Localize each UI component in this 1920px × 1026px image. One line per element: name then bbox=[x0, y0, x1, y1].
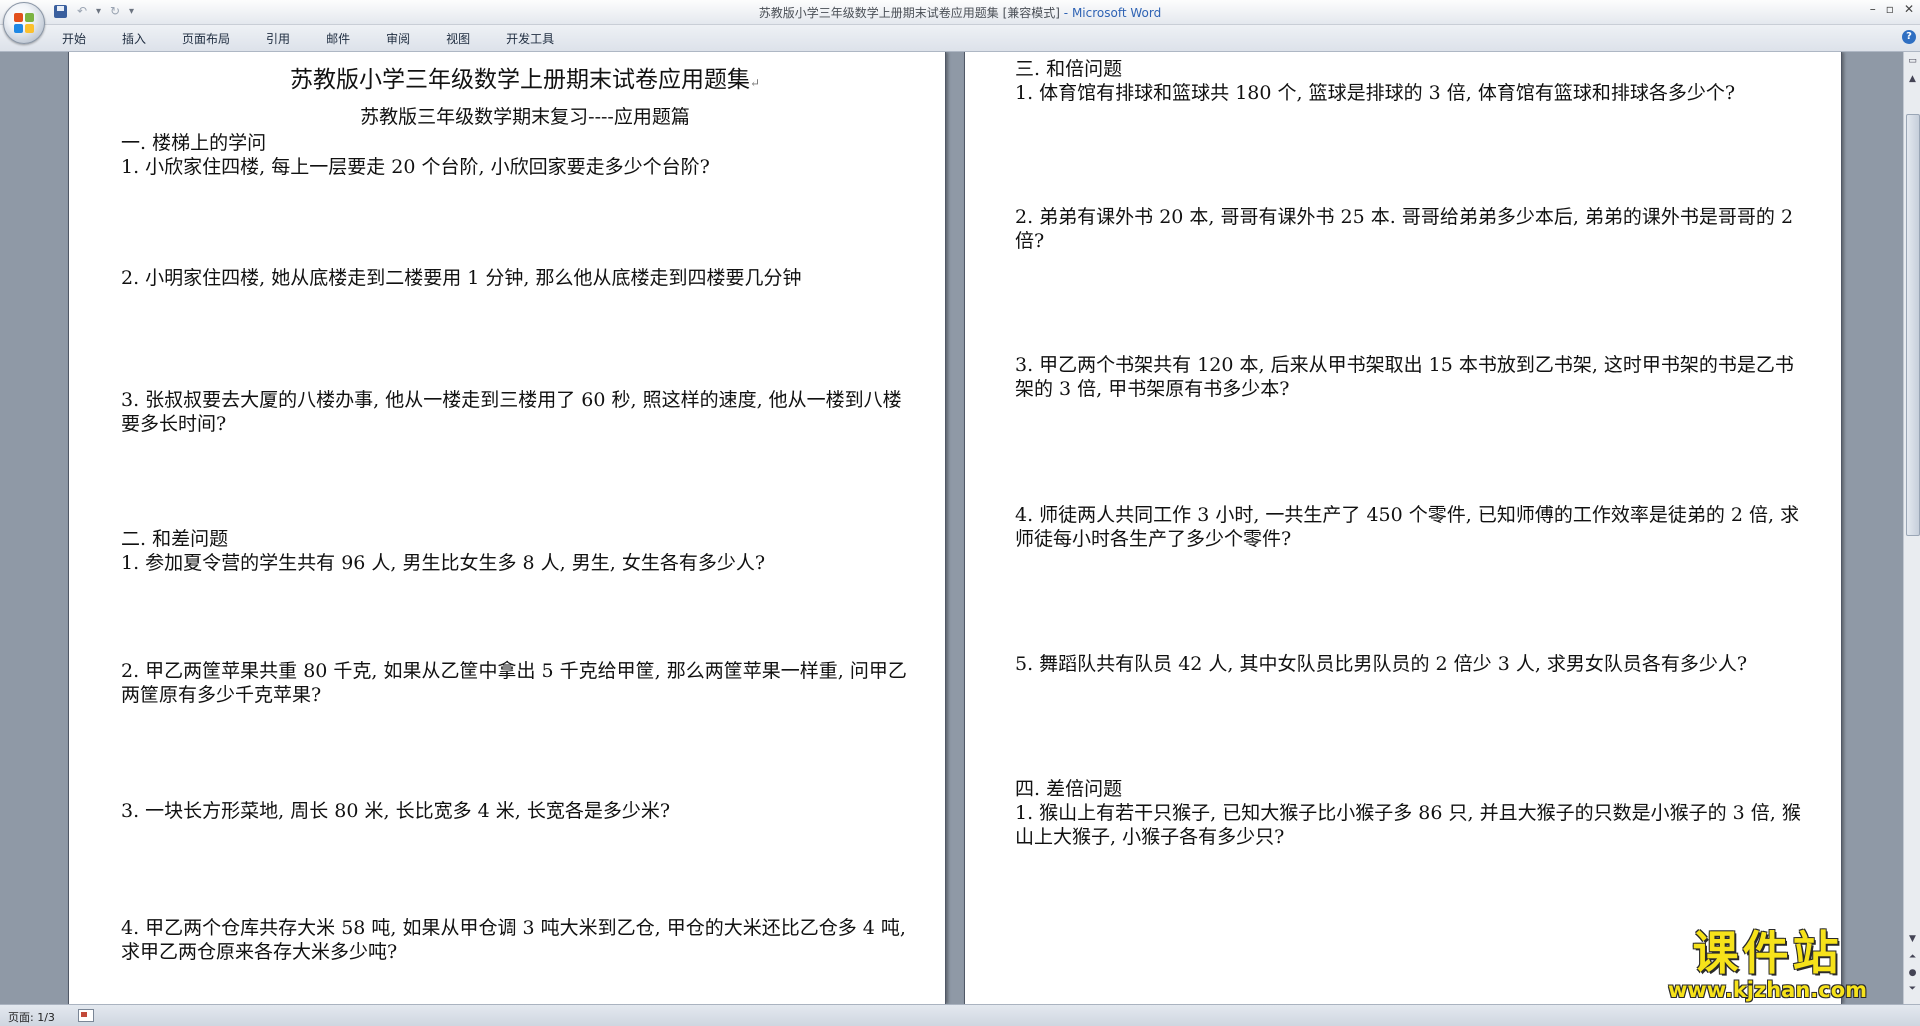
question: 2. 甲乙两筐苹果共重 80 千克, 如果从乙筐中拿出 5 千克给甲筐, 那么两… bbox=[121, 660, 907, 706]
ruler-toggle-icon[interactable]: ▭ bbox=[1905, 54, 1920, 69]
document-area: 苏教版小学三年级数学上册期末试卷应用题集↵ 苏教版三年级数学期末复习----应用… bbox=[0, 52, 1903, 1004]
title-bar: ↶ ▾ ↻ ▾ 苏教版小学三年级数学上册期末试卷应用题集 [兼容模式] - Mi… bbox=[0, 0, 1920, 25]
question: 1. 小欣家住四楼, 每上一层要走 20 个台阶, 小欣回家要走多少个台阶? bbox=[121, 156, 710, 178]
tab-home[interactable]: 开始 bbox=[60, 29, 88, 48]
scroll-down-icon[interactable]: ▼ bbox=[1905, 932, 1920, 947]
tab-insert[interactable]: 插入 bbox=[120, 29, 148, 48]
previous-page-icon[interactable]: ⏶ bbox=[1905, 950, 1920, 965]
app-name: - Microsoft Word bbox=[1063, 6, 1162, 20]
document-subtitle: 苏教版三年级数学期末复习----应用题篇 bbox=[360, 106, 690, 128]
question: 4. 师徒两人共同工作 3 小时, 一共生产了 450 个零件, 已知师傅的工作… bbox=[1015, 504, 1800, 550]
minimize-button[interactable]: – bbox=[1870, 2, 1876, 16]
question: 3. 一块长方形菜地, 周长 80 米, 长比宽多 4 米, 长宽各是多少米? bbox=[121, 800, 671, 822]
tab-page-layout[interactable]: 页面布局 bbox=[180, 29, 232, 48]
status-bar: 页面: 1/3 bbox=[0, 1004, 1920, 1026]
tab-review[interactable]: 审阅 bbox=[384, 29, 412, 48]
restore-button[interactable]: ▫ bbox=[1886, 2, 1894, 16]
question: 5. 舞蹈队共有队员 42 人, 其中女队员比男队员的 2 倍少 3 人, 求男… bbox=[1015, 653, 1748, 675]
vertical-scrollbar[interactable]: ▭ ▲ ▼ ⏶ ● ⏷ bbox=[1903, 52, 1920, 1004]
ribbon-tab-bar: 开始 插入 页面布局 引用 邮件 审阅 视图 开发工具 ? bbox=[0, 25, 1920, 52]
question: 2. 小明家住四楼, 她从底楼走到二楼要用 1 分钟, 那么他从底楼走到四楼要几… bbox=[121, 267, 802, 289]
section-heading: 三. 和倍问题 bbox=[1015, 58, 1123, 80]
select-browse-object-icon[interactable]: ● bbox=[1905, 966, 1920, 981]
watermark-brand: 课件站 bbox=[1692, 926, 1843, 980]
window-controls: – ▫ ✕ bbox=[1870, 2, 1914, 16]
question: 1. 参加夏令营的学生共有 96 人, 男生比女生多 8 人, 男生, 女生各有… bbox=[121, 552, 766, 574]
watermark-url: www.kjzhan.com bbox=[1668, 978, 1868, 1002]
next-page-icon[interactable]: ⏷ bbox=[1905, 982, 1920, 997]
watermark-logo: 课件站 www.kjzhan.com bbox=[1668, 928, 1867, 1002]
scroll-up-icon[interactable]: ▲ bbox=[1905, 72, 1920, 87]
document-title: 苏教版小学三年级数学上册期末试卷应用题集↵ bbox=[289, 67, 761, 93]
tab-mailings[interactable]: 邮件 bbox=[324, 29, 352, 48]
question: 2. 弟弟有课外书 20 本, 哥哥有课外书 25 本. 哥哥给弟弟多少本后, … bbox=[1015, 206, 1794, 252]
section-heading: 四. 差倍问题 bbox=[1015, 778, 1123, 800]
proofing-status-icon[interactable] bbox=[78, 1009, 94, 1022]
question: 3. 张叔叔要去大厦的八楼办事, 他从一楼走到三楼用了 60 秒, 照这样的速度… bbox=[121, 389, 902, 435]
window-title: 苏教版小学三年级数学上册期末试卷应用题集 [兼容模式] - Microsoft … bbox=[0, 4, 1920, 21]
tab-view[interactable]: 视图 bbox=[444, 29, 472, 48]
section-heading: 一. 楼梯上的学问 bbox=[121, 132, 267, 154]
page-2-content: 三. 和倍问题 1. 体育馆有排球和篮球共 180 个, 篮球是排球的 3 倍,… bbox=[1015, 57, 1803, 849]
document-page-2[interactable]: 三. 和倍问题 1. 体育馆有排球和篮球共 180 个, 篮球是排球的 3 倍,… bbox=[964, 52, 1842, 1004]
tab-references[interactable]: 引用 bbox=[264, 29, 292, 48]
document-page-1[interactable]: 苏教版小学三年级数学上册期末试卷应用题集↵ 苏教版三年级数学期末复习----应用… bbox=[68, 52, 946, 1004]
question: 3. 甲乙两个书架共有 120 本, 后来从甲书架取出 15 本书放到乙书架, … bbox=[1015, 354, 1794, 400]
help-icon[interactable]: ? bbox=[1902, 30, 1916, 44]
page-1-content: 苏教版小学三年级数学上册期末试卷应用题集↵ 苏教版三年级数学期末复习----应用… bbox=[121, 64, 909, 964]
question: 1. 猴山上有若干只猴子, 已知大猴子比小猴子多 86 只, 并且大猴子的只数是… bbox=[1015, 802, 1801, 848]
document-name: 苏教版小学三年级数学上册期末试卷应用题集 [兼容模式] bbox=[758, 6, 1060, 20]
office-logo-icon bbox=[14, 13, 34, 33]
scroll-thumb[interactable] bbox=[1906, 114, 1920, 536]
page-count-status[interactable]: 页面: 1/3 bbox=[8, 1009, 55, 1025]
tab-developer[interactable]: 开发工具 bbox=[504, 29, 556, 48]
question: 4. 甲乙两个仓库共存大米 58 吨, 如果从甲仓调 3 吨大米到乙仓, 甲仓的… bbox=[121, 917, 906, 963]
office-button[interactable] bbox=[3, 2, 45, 44]
section-heading: 二. 和差问题 bbox=[121, 528, 229, 550]
close-button[interactable]: ✕ bbox=[1904, 2, 1914, 16]
question: 1. 体育馆有排球和篮球共 180 个, 篮球是排球的 3 倍, 体育馆有篮球和… bbox=[1015, 82, 1736, 104]
